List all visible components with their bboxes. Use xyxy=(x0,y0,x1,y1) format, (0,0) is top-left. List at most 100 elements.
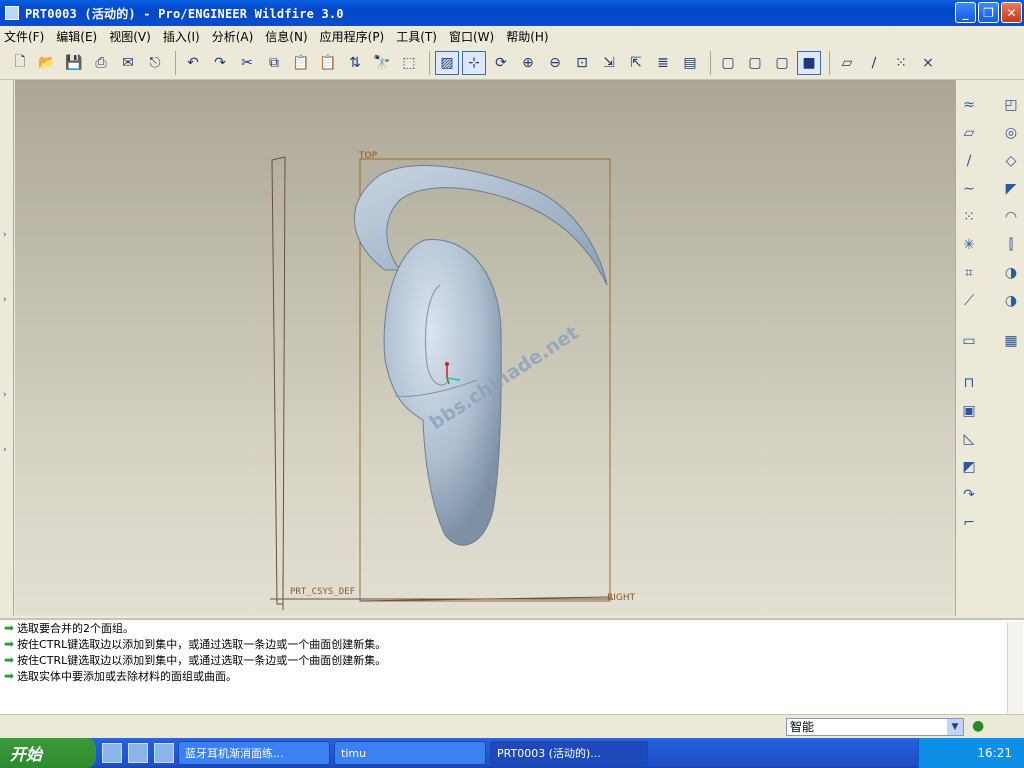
selection-box-icon[interactable]: ⬚ xyxy=(397,51,421,75)
status-light-icon: ● xyxy=(972,718,985,734)
chevron-down-icon[interactable]: ▼ xyxy=(947,719,963,735)
new-file-icon[interactable]: 🗋 xyxy=(8,51,32,75)
sketch-tool-icon[interactable]: ▭ xyxy=(958,330,980,352)
spin-center-icon[interactable]: ⊹ xyxy=(462,50,486,75)
undo-icon[interactable]: ↶ xyxy=(181,51,205,75)
taskbar: 开始 蓝牙耳机渐消面练... timu PRT0003 (活动的)... 16:… xyxy=(0,738,1024,768)
task-item-proe[interactable]: PRT0003 (活动的)... xyxy=(490,741,648,765)
menu-analysis[interactable]: 分析(A) xyxy=(212,28,254,45)
open-folder-icon[interactable]: 📂 xyxy=(35,51,59,75)
copy-icon[interactable]: ⧉ xyxy=(262,51,286,75)
datum-axes-icon[interactable]: ∕ xyxy=(862,51,886,75)
toolbar-separator xyxy=(429,50,430,75)
message-scrollbar[interactable] xyxy=(1007,622,1023,714)
clock[interactable]: 16:21 xyxy=(977,746,1012,760)
toolbar-separator xyxy=(175,50,176,75)
email-icon[interactable]: ✉ xyxy=(116,51,140,75)
quicklaunch-app-icon[interactable] xyxy=(128,743,148,763)
menu-insert[interactable]: 插入(I) xyxy=(163,28,200,45)
expand-arrow-icon[interactable]: › xyxy=(3,230,7,240)
window-title: PRT0003 (活动的) - Pro/ENGINEER Wildfire 3.… xyxy=(25,6,344,21)
start-button[interactable]: 开始 xyxy=(0,738,96,768)
pattern-icon[interactable]: ▦ xyxy=(1000,330,1022,352)
menu-applications[interactable]: 应用程序(P) xyxy=(320,28,385,45)
task-item-folder[interactable]: timu xyxy=(334,741,486,765)
menu-help[interactable]: 帮助(H) xyxy=(506,28,548,45)
datum-point-tool-icon[interactable]: ⁙ xyxy=(958,206,980,228)
reorient-icon[interactable]: ⇲ xyxy=(597,51,621,75)
csys-tool-icon[interactable]: ✳ xyxy=(958,234,980,256)
close-button[interactable]: ✕ xyxy=(1001,2,1022,23)
zoom-in-icon[interactable]: ⊕ xyxy=(516,51,540,75)
print-icon[interactable]: ⎙ xyxy=(89,51,113,75)
zoom-out-icon[interactable]: ⊖ xyxy=(543,51,567,75)
regenerate-icon[interactable]: ⇅ xyxy=(343,51,367,75)
task-item-browser[interactable]: 蓝牙耳机渐消面练... xyxy=(178,741,330,765)
rib-icon[interactable]: ◇ xyxy=(1000,150,1022,172)
repaint-icon[interactable]: ▨ xyxy=(435,50,459,75)
datum-points-icon[interactable]: ⁙ xyxy=(889,51,913,75)
paste-special-icon[interactable]: 📋 xyxy=(316,51,340,75)
shell-icon[interactable]: ◎ xyxy=(1000,122,1022,144)
sweep-icon[interactable]: ◺ xyxy=(958,428,980,450)
extrude-icon[interactable]: ⊓ xyxy=(958,372,980,394)
datum-plane-tool-icon[interactable]: ▱ xyxy=(958,122,980,144)
coordinate-systems-icon[interactable]: ⨯ xyxy=(916,51,940,75)
redo-icon[interactable]: ↷ xyxy=(208,51,232,75)
datum-axis-tool-icon[interactable]: ∕ xyxy=(958,150,980,172)
hole-icon[interactable]: ◰ xyxy=(1000,94,1022,116)
quicklaunch-doc-icon[interactable] xyxy=(154,743,174,763)
menu-window[interactable]: 窗口(W) xyxy=(449,28,494,45)
layers-icon[interactable]: ≣ xyxy=(651,51,675,75)
cut-icon[interactable]: ✂ xyxy=(235,51,259,75)
hidden-line-icon[interactable]: ▢ xyxy=(743,51,767,75)
analysis-feature-icon[interactable]: ⌗ xyxy=(958,262,980,284)
shading-icon[interactable]: ■ xyxy=(797,50,821,75)
message-arrow-icon: ➡ xyxy=(4,653,15,667)
minimize-button[interactable]: _ xyxy=(955,2,976,23)
draft-icon[interactable]: ◤ xyxy=(1000,178,1022,200)
graphics-window[interactable]: TOP RIGHT PRT_CSYS_DEF bbs.chinade.net xyxy=(15,80,955,616)
menu-tools[interactable]: 工具(T) xyxy=(396,28,437,45)
model-canvas: TOP RIGHT PRT_CSYS_DEF bbs.chinade.net xyxy=(270,151,636,610)
restore-button[interactable]: ❐ xyxy=(978,2,999,23)
datum-planes-icon[interactable]: ▱ xyxy=(835,51,859,75)
menu-info[interactable]: 信息(N) xyxy=(265,28,307,45)
menu-view[interactable]: 视图(V) xyxy=(109,28,151,45)
datum-curve-tool-icon[interactable]: ∼ xyxy=(958,178,980,200)
expand-arrow-icon[interactable]: › xyxy=(3,390,7,400)
saved-views-icon[interactable]: ⇱ xyxy=(624,51,648,75)
round-icon[interactable]: ◠ xyxy=(1000,206,1022,228)
no-hidden-icon[interactable]: ▢ xyxy=(770,51,794,75)
variable-sweep-icon[interactable]: ↷ xyxy=(958,484,980,506)
intersect-icon[interactable]: ◑ xyxy=(1000,290,1022,312)
menu-edit[interactable]: 编辑(E) xyxy=(56,28,97,45)
view-manager-icon[interactable]: ▤ xyxy=(678,51,702,75)
status-bar: 智能 ▼ ● xyxy=(0,714,1024,738)
wireframe-icon[interactable]: ▢ xyxy=(716,51,740,75)
trim-icon[interactable]: ⟋ xyxy=(958,290,980,312)
save-icon[interactable]: 💾 xyxy=(62,51,86,75)
sketched-datum-curve-icon[interactable]: ≈ xyxy=(958,94,980,116)
search-binoculars-icon[interactable]: 🔭 xyxy=(370,51,394,75)
title-bar: PRT0003 (活动的) - Pro/ENGINEER Wildfire 3.… xyxy=(0,0,1024,26)
orient-icon[interactable]: ⟳ xyxy=(489,51,513,75)
quicklaunch-ie-icon[interactable] xyxy=(102,743,122,763)
message-line: ➡ 选取要合并的2个面组。 xyxy=(4,621,135,635)
message-area: ➡ 选取要合并的2个面组。 ➡ 按住CTRL键选取边以添加到集中，或通过选取一条边或… xyxy=(0,618,1024,714)
blend-icon[interactable]: ◩ xyxy=(958,456,980,478)
message-arrow-icon: ➡ xyxy=(4,637,15,651)
merge-icon[interactable]: ◑ xyxy=(1000,262,1022,284)
send-icon[interactable]: ⎋ xyxy=(143,51,167,75)
revolve-icon[interactable]: ▣ xyxy=(958,400,980,422)
navigator-strip[interactable]: › › › › xyxy=(0,80,14,616)
menu-bar: 文件(F) 编辑(E) 视图(V) 插入(I) 分析(A) 信息(N) 应用程序… xyxy=(0,26,1024,46)
paste-icon[interactable]: 📋 xyxy=(289,51,313,75)
boundary-blend-icon[interactable]: ⌐ xyxy=(958,512,980,534)
selection-filter-select[interactable]: 智能 ▼ xyxy=(786,718,964,736)
menu-file[interactable]: 文件(F) xyxy=(4,28,44,45)
mirror-icon[interactable]: ⫿ xyxy=(1000,234,1022,256)
expand-arrow-icon[interactable]: › xyxy=(3,295,7,305)
expand-arrow-icon[interactable]: › xyxy=(3,445,7,455)
refit-icon[interactable]: ⊡ xyxy=(570,51,594,75)
